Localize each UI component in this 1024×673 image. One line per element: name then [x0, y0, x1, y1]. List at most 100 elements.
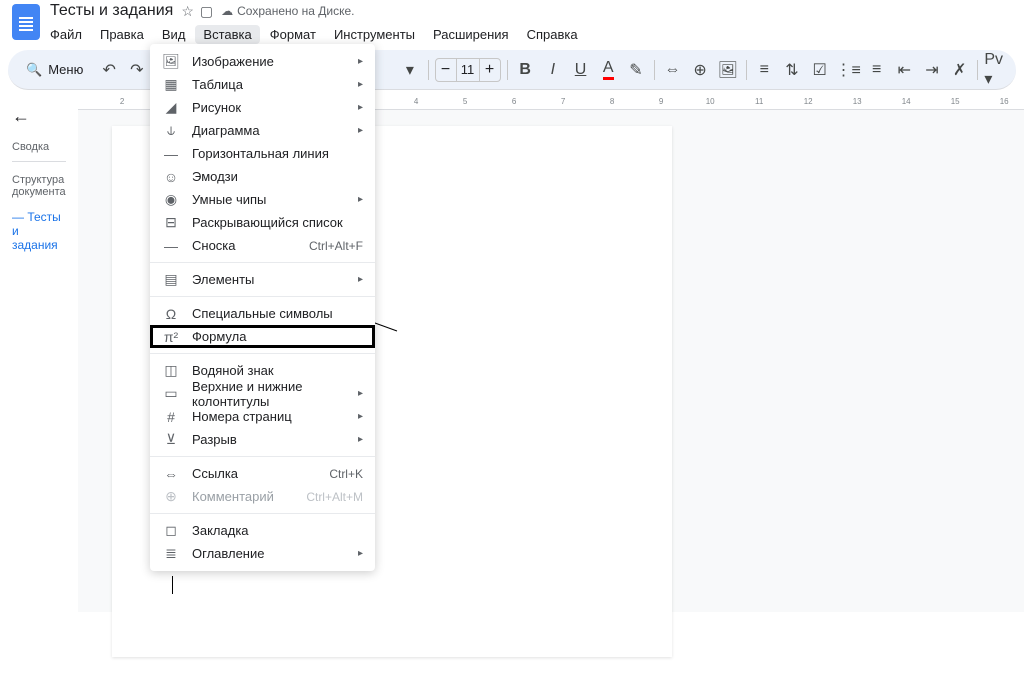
- menu-item-icon: ◫: [162, 362, 180, 379]
- comment-button[interactable]: ⊕: [688, 56, 712, 84]
- insert-menu-item[interactable]: ⊟Раскрывающийся список: [150, 211, 375, 234]
- move-icon[interactable]: ▢: [200, 3, 213, 20]
- menu-item-icon: ◢: [162, 99, 180, 116]
- structure-heading: Структура документа: [12, 174, 66, 198]
- insert-menu-item[interactable]: ⊻ Разрыв ▸: [150, 428, 375, 451]
- bold-button[interactable]: B: [513, 56, 537, 84]
- clear-formatting-button[interactable]: ✗: [948, 56, 972, 84]
- menu-item-icon: —: [162, 146, 180, 162]
- menu-item-label: Разрыв: [192, 432, 346, 447]
- insert-menu-item[interactable]: ◉Умные чипы▸: [150, 188, 375, 211]
- menu-item-icon: ◻: [162, 522, 180, 539]
- menu-item-label: Изображение: [192, 54, 346, 69]
- menu-item-icon: ☺: [162, 169, 180, 185]
- underline-button[interactable]: U: [569, 56, 593, 84]
- insert-menu-item[interactable]: ⫝ Диаграмма ▸: [150, 119, 375, 142]
- text-cursor: [172, 576, 173, 594]
- menu-item-icon: ⊟: [162, 214, 180, 231]
- menu-item-label: Горизонтальная линия: [192, 146, 363, 161]
- insert-menu-item[interactable]: ▤ Элементы ▸: [150, 268, 375, 291]
- image-button[interactable]: 🖼: [716, 56, 740, 84]
- insert-menu-item[interactable]: ☺ Эмодзи: [150, 165, 375, 188]
- menu-расширения[interactable]: Расширения: [425, 25, 517, 44]
- menu-item-label: Номера страниц: [192, 409, 346, 424]
- chevron-right-icon: ▸: [358, 125, 363, 136]
- doc-title[interactable]: Тесты и задания: [50, 2, 173, 20]
- menu-item-icon: ⫝: [162, 122, 180, 139]
- menu-search[interactable]: 🔍 Меню: [16, 58, 93, 82]
- menu-item-icon: ≣: [162, 545, 180, 562]
- insert-menu-item[interactable]: ≣Оглавление▸: [150, 542, 375, 565]
- font-size-value[interactable]: 11: [456, 59, 480, 81]
- indent-increase-button[interactable]: ⇥: [920, 56, 944, 84]
- menu-item-icon: ▤: [162, 271, 180, 288]
- checklist-button[interactable]: ☑: [808, 56, 832, 84]
- chevron-right-icon: ▸: [358, 56, 363, 67]
- menu-item-label: Комментарий: [192, 489, 294, 504]
- insert-menu-item[interactable]: 🖼Изображение▸: [150, 50, 375, 73]
- text-color-button[interactable]: A: [596, 56, 620, 84]
- insert-menu-item[interactable]: ΩСпециальные символы: [150, 302, 375, 325]
- menubar: ФайлПравкаВидВставкаФорматИнструментыРас…: [42, 22, 1024, 46]
- font-size-increase[interactable]: +: [480, 61, 500, 79]
- menu-item-icon: ⊕: [162, 488, 180, 505]
- chevron-right-icon: ▸: [358, 388, 363, 399]
- insert-menu-item[interactable]: ◻Закладка: [150, 519, 375, 542]
- docs-logo[interactable]: [12, 4, 40, 40]
- font-size-decrease[interactable]: −: [436, 61, 456, 79]
- undo-button[interactable]: ↶: [97, 56, 121, 84]
- chevron-right-icon: ▸: [358, 274, 363, 285]
- line-spacing-button[interactable]: ⇅: [780, 56, 804, 84]
- menu-item-label: Сноска: [192, 238, 297, 253]
- font-size-control[interactable]: − 11 +: [435, 58, 501, 82]
- highlight-button[interactable]: ✎: [624, 56, 648, 84]
- link-button[interactable]: ⇔: [661, 56, 685, 84]
- menu-инструменты[interactable]: Инструменты: [326, 25, 423, 44]
- star-icon[interactable]: ☆: [181, 3, 194, 20]
- italic-button[interactable]: I: [541, 56, 565, 84]
- menu-item-label: Диаграмма: [192, 123, 346, 138]
- insert-menu-item[interactable]: π²Формула: [150, 325, 375, 348]
- outline-item[interactable]: Тесты и задания: [12, 206, 66, 256]
- menu-вставка[interactable]: Вставка: [195, 25, 259, 44]
- summary-heading: Сводка: [12, 141, 66, 153]
- numbered-list-button[interactable]: ≡: [865, 56, 889, 84]
- menu-item-icon: ▦: [162, 76, 180, 93]
- insert-menu-item[interactable]: ▦Таблица▸: [150, 73, 375, 96]
- insert-menu-item[interactable]: ◢Рисунок▸: [150, 96, 375, 119]
- insert-menu-item[interactable]: ⇔СсылкаCtrl+K: [150, 462, 375, 485]
- insert-menu-item[interactable]: ▭Верхние и нижние колонтитулы▸: [150, 382, 375, 405]
- menu-item-label: Элементы: [192, 272, 346, 287]
- menu-item-label: Эмодзи: [192, 169, 363, 184]
- menu-файл[interactable]: Файл: [42, 25, 90, 44]
- insert-menu-item[interactable]: #Номера страниц▸: [150, 405, 375, 428]
- editing-mode-button[interactable]: Pv ▾: [984, 56, 1008, 84]
- insert-menu-item[interactable]: — Горизонтальная линия: [150, 142, 375, 165]
- menu-правка[interactable]: Правка: [92, 25, 152, 44]
- bulleted-list-button[interactable]: ⋮≡: [835, 56, 860, 84]
- align-button[interactable]: ≡: [752, 56, 776, 84]
- chevron-right-icon: ▸: [358, 548, 363, 559]
- insert-menu-item: ⊕КомментарийCtrl+Alt+M: [150, 485, 375, 508]
- menu-справка[interactable]: Справка: [519, 25, 586, 44]
- back-button[interactable]: ←: [12, 106, 66, 127]
- search-icon: 🔍: [26, 62, 42, 78]
- insert-menu-dropdown: 🖼Изображение▸▦Таблица▸◢Рисунок▸⫝Диаграмм…: [150, 44, 375, 571]
- menu-item-icon: Ω: [162, 306, 180, 322]
- chevron-right-icon: ▸: [358, 411, 363, 422]
- menu-item-label: Умные чипы: [192, 192, 346, 207]
- insert-menu-item[interactable]: —СноскаCtrl+Alt+F: [150, 234, 375, 257]
- menu-item-icon: ▭: [162, 385, 180, 402]
- menu-вид[interactable]: Вид: [154, 25, 194, 44]
- chevron-right-icon: ▸: [358, 79, 363, 90]
- menu-item-label: Верхние и нижние колонтитулы: [192, 379, 346, 409]
- menu-формат[interactable]: Формат: [262, 25, 324, 44]
- menu-item-icon: ◉: [162, 191, 180, 208]
- style-dropdown[interactable]: ▾: [398, 56, 422, 84]
- indent-decrease-button[interactable]: ⇤: [892, 56, 916, 84]
- menu-item-label: Формула: [192, 329, 363, 344]
- menu-item-icon: ⊻: [162, 431, 180, 448]
- redo-button[interactable]: ↷: [125, 56, 149, 84]
- chevron-right-icon: ▸: [358, 434, 363, 445]
- menu-item-label: Ссылка: [192, 466, 317, 481]
